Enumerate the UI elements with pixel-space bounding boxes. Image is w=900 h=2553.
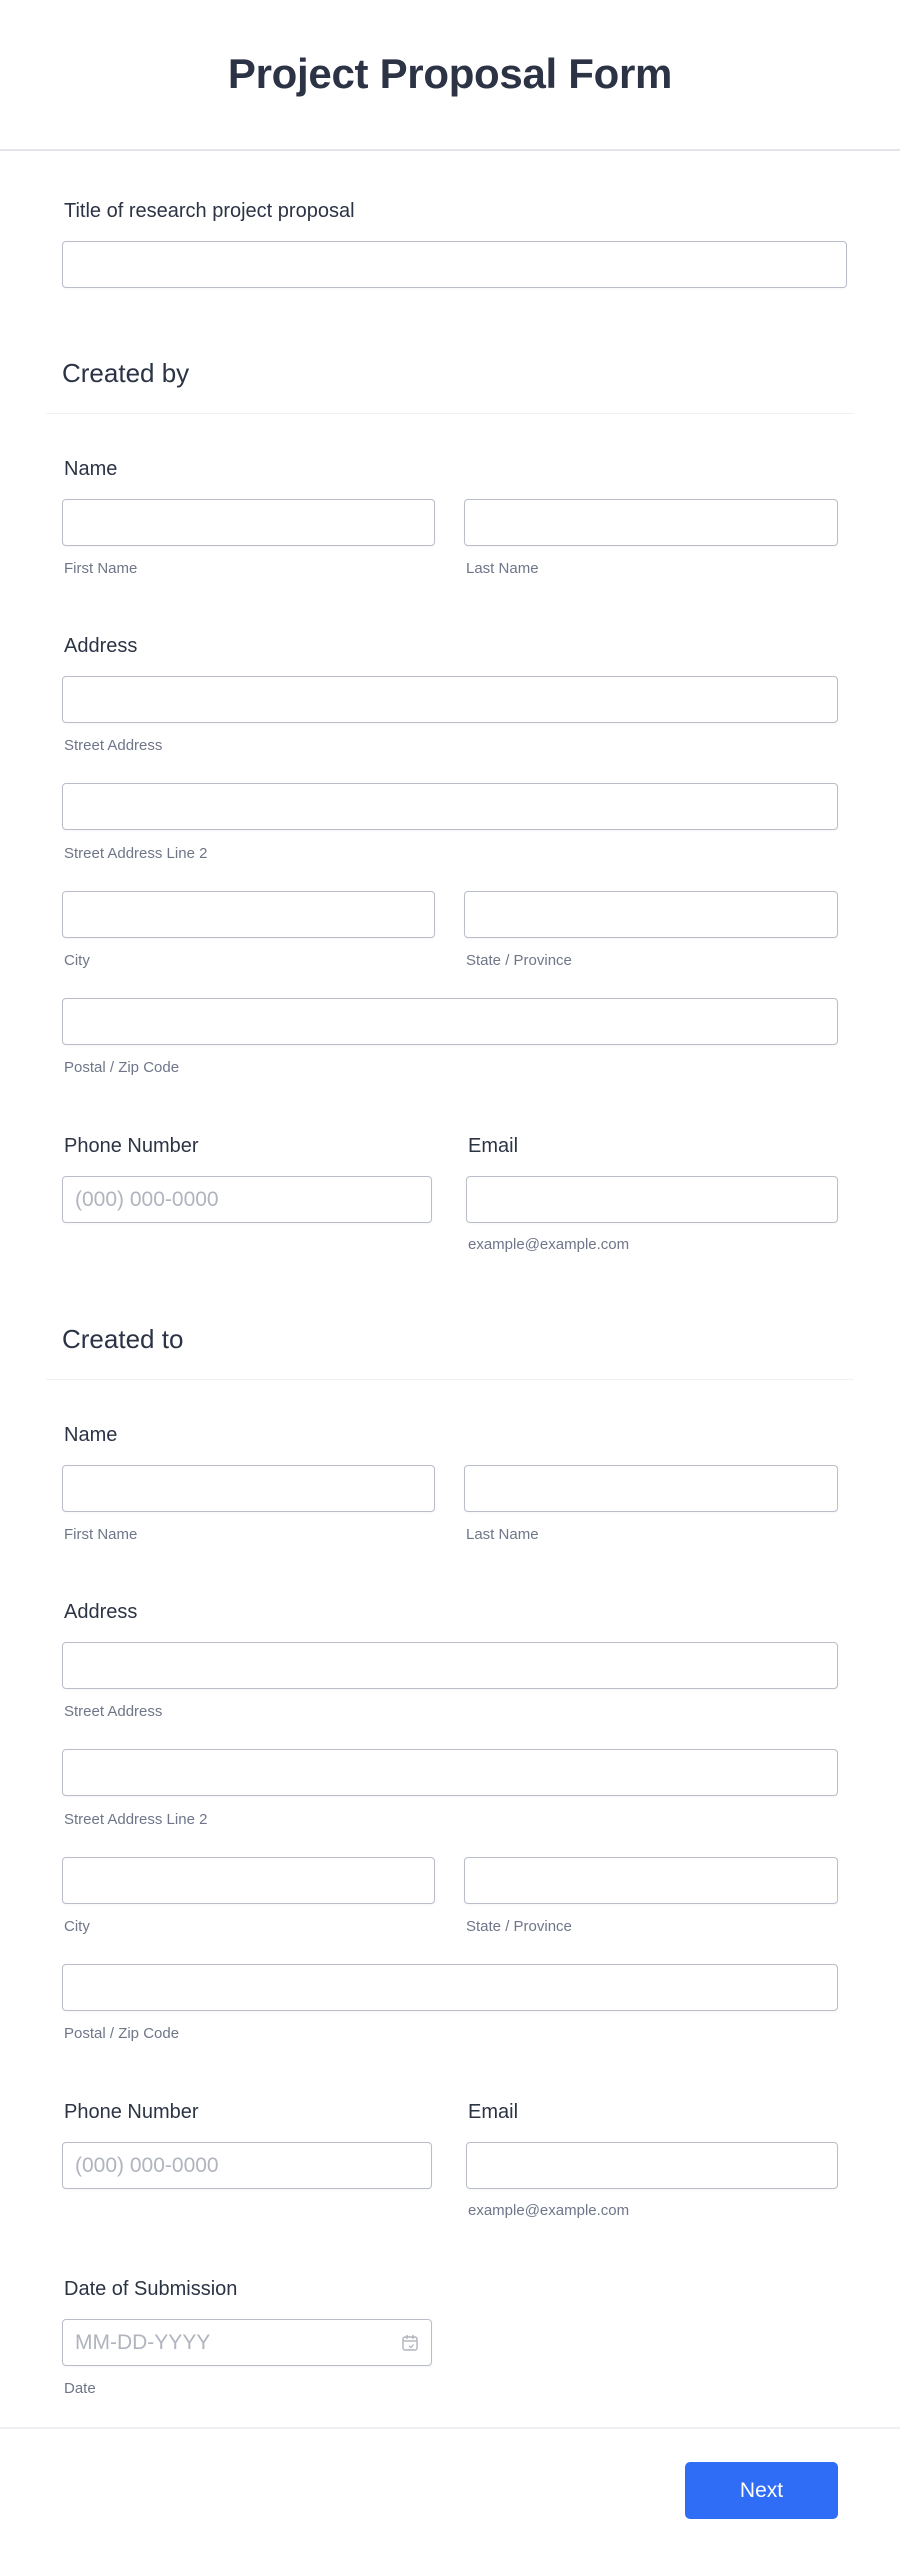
created-by-city-sublabel: City	[64, 952, 90, 969]
created-to-email-input[interactable]	[466, 2142, 838, 2189]
created-by-street2-input[interactable]	[62, 783, 838, 830]
created-to-email-sublabel: example@example.com	[468, 2202, 630, 2219]
created-by-state-input[interactable]	[464, 891, 838, 938]
created-to-address-label: Address	[64, 1601, 138, 1623]
section-title-created-to: Created to	[62, 1324, 184, 1354]
created-by-phone-input[interactable]: (000) 000-0000	[62, 1176, 432, 1223]
created-by-city-input[interactable]	[62, 891, 435, 938]
calendar-icon[interactable]	[401, 2334, 419, 2352]
created-to-phone-label: Phone Number	[64, 2101, 199, 2123]
created-by-last-name-input[interactable]	[464, 499, 838, 546]
created-to-phone-input[interactable]: (000) 000-0000	[62, 2142, 432, 2189]
created-to-street2-sublabel: Street Address Line 2	[64, 1811, 208, 1828]
created-to-state-input[interactable]	[464, 1857, 838, 1904]
date-placeholder: MM-DD-YYYY	[75, 2330, 211, 2354]
phone-placeholder: (000) 000-0000	[75, 2153, 219, 2177]
created-by-street2-sublabel: Street Address Line 2	[64, 845, 208, 862]
phone-placeholder: (000) 000-0000	[75, 1187, 219, 1211]
created-by-street-sublabel: Street Address	[64, 737, 163, 754]
created-to-street2-input[interactable]	[62, 1749, 838, 1796]
created-by-email-input[interactable]	[466, 1176, 838, 1223]
section-divider	[46, 1379, 854, 1380]
date-sublabel: Date	[64, 2380, 96, 2397]
created-by-email-sublabel: example@example.com	[468, 1236, 630, 1253]
section-title-created-by: Created by	[62, 358, 190, 388]
created-to-first-name-input[interactable]	[62, 1465, 435, 1512]
created-to-state-sublabel: State / Province	[466, 1918, 572, 1935]
created-by-first-name-sublabel: First Name	[64, 560, 138, 577]
created-to-street-sublabel: Street Address	[64, 1703, 163, 1720]
project-title-input[interactable]	[62, 241, 847, 288]
page-title: Project Proposal Form	[227, 49, 673, 97]
created-to-email-label: Email	[468, 2101, 519, 2123]
created-by-name-label: Name	[64, 458, 118, 480]
created-to-last-name-sublabel: Last Name	[466, 1526, 539, 1543]
created-by-email-label: Email	[468, 1135, 519, 1157]
created-by-street-input[interactable]	[62, 676, 838, 723]
created-by-phone-label: Phone Number	[64, 1135, 199, 1157]
next-button[interactable]: Next	[685, 2462, 838, 2519]
created-to-street-input[interactable]	[62, 1642, 838, 1689]
created-by-first-name-input[interactable]	[62, 499, 435, 546]
form-header: Project Proposal Form	[0, 0, 900, 151]
created-to-postal-sublabel: Postal / Zip Code	[64, 2025, 180, 2042]
created-to-postal-input[interactable]	[62, 1964, 838, 2011]
section-divider	[46, 413, 854, 414]
created-by-postal-sublabel: Postal / Zip Code	[64, 1059, 180, 1076]
created-by-address-label: Address	[64, 635, 138, 657]
created-to-city-input[interactable]	[62, 1857, 435, 1904]
date-of-submission-label: Date of Submission	[64, 2278, 238, 2300]
created-by-state-sublabel: State / Province	[466, 952, 572, 969]
created-by-last-name-sublabel: Last Name	[466, 560, 539, 577]
project-title-label: Title of research project proposal	[64, 200, 355, 222]
created-to-city-sublabel: City	[64, 1918, 90, 1935]
created-to-first-name-sublabel: First Name	[64, 1526, 138, 1543]
created-to-last-name-input[interactable]	[464, 1465, 838, 1512]
created-by-postal-input[interactable]	[62, 998, 838, 1045]
created-to-name-label: Name	[64, 1424, 118, 1446]
date-of-submission-input[interactable]: MM-DD-YYYY	[62, 2319, 432, 2366]
